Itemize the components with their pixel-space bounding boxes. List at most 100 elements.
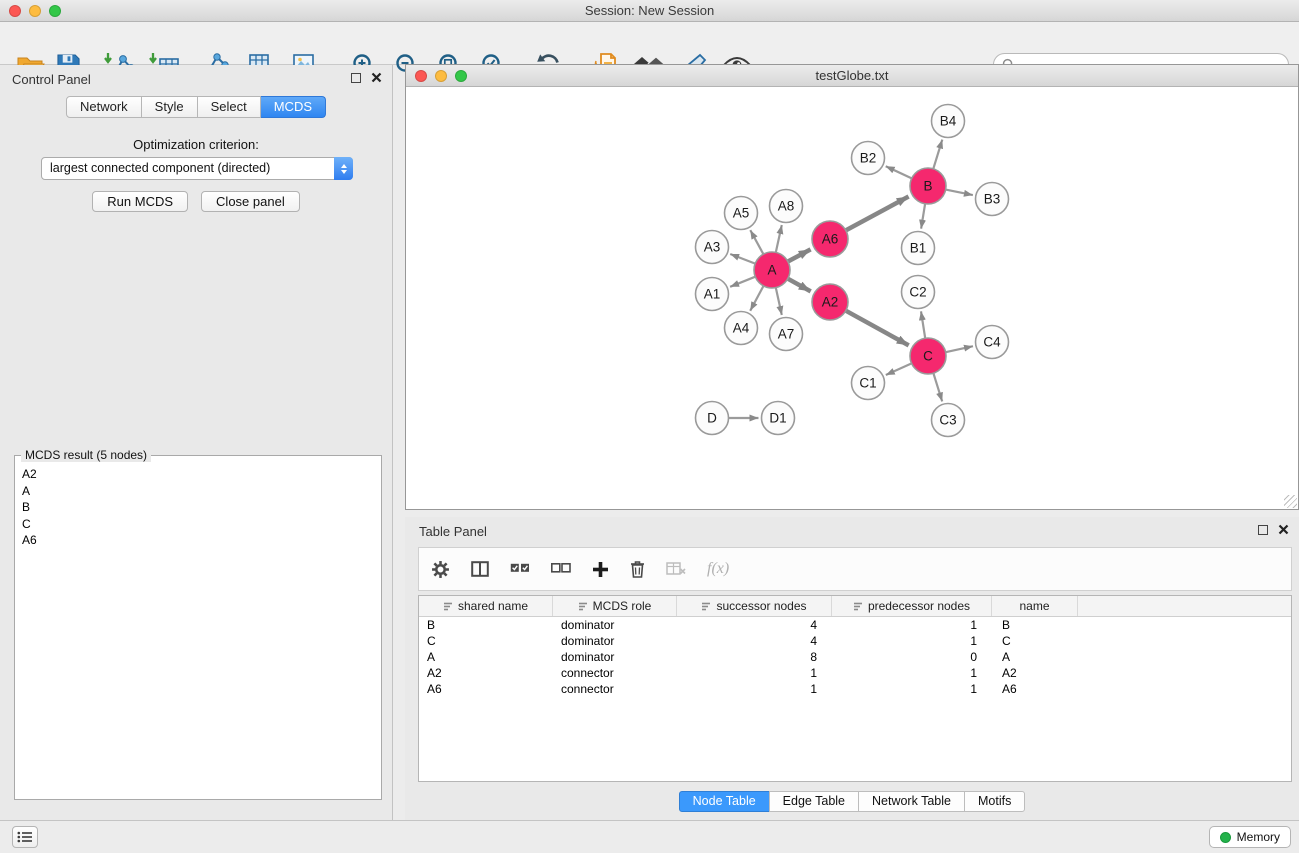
list-item[interactable]: B bbox=[22, 499, 381, 516]
network-node[interactable]: D1 bbox=[762, 402, 795, 435]
mcds-node[interactable]: B bbox=[910, 168, 946, 204]
minimize-window-icon[interactable] bbox=[29, 5, 41, 17]
network-node[interactable]: C2 bbox=[902, 276, 935, 309]
network-edge[interactable] bbox=[788, 249, 811, 261]
add-row-icon[interactable] bbox=[592, 561, 609, 578]
network-node[interactable]: B4 bbox=[932, 105, 965, 138]
network-edge[interactable] bbox=[921, 311, 925, 338]
column-header[interactable]: name bbox=[992, 596, 1078, 616]
optimization-criterion-dropdown[interactable]: largest connected component (directed) bbox=[41, 157, 353, 180]
tab-node-table[interactable]: Node Table bbox=[679, 791, 770, 812]
window-resize-grip[interactable] bbox=[1284, 495, 1297, 508]
tab-motifs[interactable]: Motifs bbox=[964, 791, 1025, 812]
table-row[interactable]: A2 connector 1 1 A2 bbox=[419, 665, 1291, 681]
mcds-result-title: MCDS result (5 nodes) bbox=[21, 448, 151, 462]
task-history-button[interactable] bbox=[12, 826, 38, 848]
network-node[interactable]: A8 bbox=[770, 190, 803, 223]
network-node[interactable]: A1 bbox=[696, 278, 729, 311]
network-node[interactable]: A5 bbox=[725, 197, 758, 230]
close-panel-button[interactable]: Close panel bbox=[201, 191, 300, 212]
mcds-node[interactable]: A bbox=[754, 252, 790, 288]
network-edge[interactable] bbox=[886, 363, 912, 375]
tab-edge-table[interactable]: Edge Table bbox=[769, 791, 859, 812]
network-edge[interactable] bbox=[886, 166, 912, 178]
network-node[interactable]: C4 bbox=[976, 326, 1009, 359]
function-builder-icon[interactable]: f(x) bbox=[707, 560, 729, 578]
list-item[interactable]: A bbox=[22, 483, 381, 500]
mcds-node[interactable]: A2 bbox=[812, 284, 848, 320]
network-edge[interactable] bbox=[730, 254, 755, 264]
network-node[interactable]: A4 bbox=[725, 312, 758, 345]
network-edge[interactable] bbox=[730, 277, 755, 287]
table-row[interactable]: C dominator 4 1 C bbox=[419, 633, 1291, 649]
close-table-panel-icon[interactable] bbox=[1278, 524, 1289, 535]
table-panel-title: Table Panel bbox=[419, 524, 487, 539]
network-edge[interactable] bbox=[933, 140, 942, 169]
zoom-network-icon[interactable] bbox=[455, 70, 467, 82]
network-node[interactable]: B2 bbox=[852, 142, 885, 175]
tab-mcds[interactable]: MCDS bbox=[261, 96, 326, 118]
network-edge[interactable] bbox=[788, 279, 811, 292]
delete-table-icon[interactable] bbox=[666, 562, 686, 576]
delete-row-icon[interactable] bbox=[630, 560, 645, 578]
table-row[interactable]: A dominator 8 0 A bbox=[419, 649, 1291, 665]
settings-gear-icon[interactable] bbox=[431, 560, 450, 579]
network-node[interactable]: C1 bbox=[852, 367, 885, 400]
column-header[interactable]: predecessor nodes bbox=[832, 596, 992, 616]
network-node[interactable]: D bbox=[696, 402, 729, 435]
network-edge[interactable] bbox=[750, 230, 763, 254]
mcds-node[interactable]: A6 bbox=[812, 221, 848, 257]
table-row[interactable]: B dominator 4 1 B bbox=[419, 617, 1291, 633]
float-table-panel-icon[interactable] bbox=[1258, 525, 1268, 535]
memory-button[interactable]: Memory bbox=[1209, 826, 1291, 848]
close-window-icon[interactable] bbox=[9, 5, 21, 17]
close-panel-icon[interactable] bbox=[371, 72, 382, 83]
svg-text:A8: A8 bbox=[778, 199, 795, 214]
svg-text:A7: A7 bbox=[778, 327, 795, 342]
table-row[interactable]: A6 connector 1 1 A6 bbox=[419, 681, 1291, 697]
network-edge[interactable] bbox=[921, 204, 925, 229]
network-edge[interactable] bbox=[776, 225, 782, 252]
mcds-node[interactable]: C bbox=[910, 338, 946, 374]
sort-icon bbox=[578, 602, 588, 611]
network-nodes[interactable]: A A1 A2 A3 A4 A5 A6 A7 A8 B B1 B2 B3 B4 C C1 C2 C3 C4 D D1 bbox=[696, 105, 1009, 437]
network-canvas[interactable]: A A1 A2 A3 A4 A5 A6 A7 A8 B B1 B2 B3 B4 C C1 C2 C3 C4 D D1 bbox=[406, 87, 1298, 509]
list-item[interactable]: A2 bbox=[22, 466, 381, 483]
network-node[interactable]: A7 bbox=[770, 318, 803, 351]
run-mcds-button[interactable]: Run MCDS bbox=[92, 191, 188, 212]
network-edge[interactable] bbox=[846, 197, 909, 231]
node-table[interactable]: shared name MCDS role successor nodes pr… bbox=[418, 595, 1292, 782]
network-edge[interactable] bbox=[946, 190, 973, 196]
select-all-icon[interactable] bbox=[510, 563, 530, 575]
tab-select[interactable]: Select bbox=[198, 96, 261, 118]
column-header[interactable]: successor nodes bbox=[677, 596, 832, 616]
network-node[interactable]: A3 bbox=[696, 231, 729, 264]
network-node[interactable]: B3 bbox=[976, 183, 1009, 216]
traffic-lights bbox=[9, 5, 61, 17]
list-item[interactable]: C bbox=[22, 516, 381, 533]
sort-icon bbox=[443, 602, 453, 611]
column-header[interactable]: MCDS role bbox=[553, 596, 677, 616]
column-visibility-icon[interactable] bbox=[471, 561, 489, 577]
zoom-window-icon[interactable] bbox=[49, 5, 61, 17]
column-header[interactable]: shared name bbox=[419, 596, 553, 616]
close-network-icon[interactable] bbox=[415, 70, 427, 82]
network-edge[interactable] bbox=[946, 346, 973, 352]
float-panel-icon[interactable] bbox=[351, 73, 361, 83]
list-item[interactable]: A6 bbox=[22, 532, 381, 549]
network-edge[interactable] bbox=[933, 373, 942, 401]
deselect-all-icon[interactable] bbox=[551, 563, 571, 575]
network-node[interactable]: C3 bbox=[932, 404, 965, 437]
network-edge[interactable] bbox=[846, 311, 909, 346]
svg-text:B3: B3 bbox=[984, 192, 1001, 207]
minimize-network-icon[interactable] bbox=[435, 70, 447, 82]
network-edge[interactable] bbox=[750, 286, 763, 311]
dropdown-stepper-icon bbox=[334, 157, 353, 180]
tab-network-table[interactable]: Network Table bbox=[858, 791, 965, 812]
tab-style[interactable]: Style bbox=[142, 96, 198, 118]
window-title: Session: New Session bbox=[585, 3, 714, 18]
mcds-result-list[interactable]: A2 A B C A6 bbox=[15, 456, 381, 549]
tab-network[interactable]: Network bbox=[66, 96, 142, 118]
network-node[interactable]: B1 bbox=[902, 232, 935, 265]
network-edge[interactable] bbox=[776, 288, 782, 315]
